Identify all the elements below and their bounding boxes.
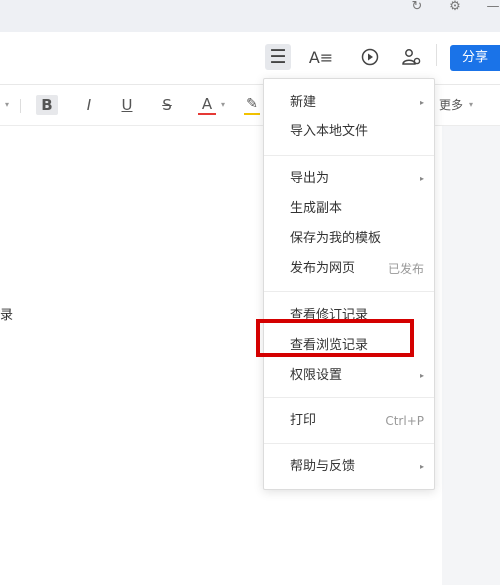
menu-divider <box>264 291 434 292</box>
menu-item-label: 发布为网页 <box>290 261 356 276</box>
menu-item-label: 帮助与反馈 <box>290 459 356 474</box>
file-menu: 新建 ▸ 导入本地文件 导出为 ▸ 生成副本 保存为我的模板 发布为网页 已发布… <box>263 78 435 490</box>
more-chevron-icon[interactable]: ▾ <box>466 95 476 115</box>
menu-divider <box>264 155 434 156</box>
menu-item-new[interactable]: 新建 ▸ <box>290 92 424 114</box>
collaborator-icon[interactable] <box>398 44 424 70</box>
share-button[interactable]: 分享 <box>450 45 500 71</box>
menu-item-label: 权限设置 <box>290 368 343 383</box>
bold-button[interactable]: B <box>36 95 58 115</box>
text-style-icon[interactable]: A≡ <box>308 44 334 70</box>
submenu-arrow-icon: ▸ <box>419 462 424 471</box>
menu-divider <box>264 443 434 444</box>
font-color-button[interactable]: A <box>198 95 216 115</box>
menu-item-save-as-template[interactable]: 保存为我的模板 <box>290 228 424 250</box>
menu-item-print[interactable]: 打印 Ctrl+P <box>290 410 424 432</box>
menu-item-make-copy[interactable]: 生成副本 <box>290 198 424 220</box>
settings-icon[interactable]: ⚙ <box>446 0 464 14</box>
more-button[interactable]: 更多 <box>436 95 466 115</box>
submenu-arrow-icon: ▸ <box>419 98 424 107</box>
submenu-arrow-icon: ▸ <box>419 174 424 183</box>
menu-item-label: 新建 <box>290 95 317 110</box>
menu-icon[interactable]: ☰ <box>265 44 291 70</box>
menu-item-permissions[interactable]: 权限设置 ▸ <box>290 365 424 387</box>
sync-icon[interactable]: ↻ <box>408 0 426 14</box>
highlight-box <box>256 319 414 357</box>
highlighter-icon[interactable]: ✎ <box>244 95 260 115</box>
dropdown-chevron-icon[interactable]: ▾ <box>2 95 12 115</box>
menu-item-publish-web[interactable]: 发布为网页 已发布 <box>290 258 424 280</box>
submenu-arrow-icon: ▸ <box>419 371 424 380</box>
menu-item-export-as[interactable]: 导出为 ▸ <box>290 168 424 190</box>
menu-item-label: 导出为 <box>290 171 330 186</box>
menu-divider <box>264 397 434 398</box>
menu-item-label: 导入本地文件 <box>290 124 369 139</box>
published-status: 已发布 <box>387 262 424 276</box>
toolbar-divider <box>20 99 21 113</box>
menu-item-label: 生成副本 <box>290 201 343 216</box>
right-margin-panel <box>442 126 500 585</box>
menu-item-help-feedback[interactable]: 帮助与反馈 ▸ <box>290 456 424 478</box>
play-icon[interactable] <box>357 44 383 70</box>
menu-item-label: 保存为我的模板 <box>290 231 382 246</box>
print-shortcut: Ctrl+P <box>385 414 424 428</box>
minimize-icon[interactable]: — <box>484 0 500 14</box>
strikethrough-button[interactable]: S <box>158 95 176 115</box>
header-divider <box>436 44 437 66</box>
font-color-chevron-icon[interactable]: ▾ <box>218 95 228 115</box>
italic-button[interactable]: I <box>80 95 98 115</box>
underline-button[interactable]: U <box>118 95 136 115</box>
menu-item-import-local-file[interactable]: 导入本地文件 <box>290 121 424 143</box>
title-bar: ↻ ⚙ — <box>0 0 500 32</box>
document-text: 录 <box>0 308 14 323</box>
menu-item-label: 打印 <box>290 413 317 428</box>
